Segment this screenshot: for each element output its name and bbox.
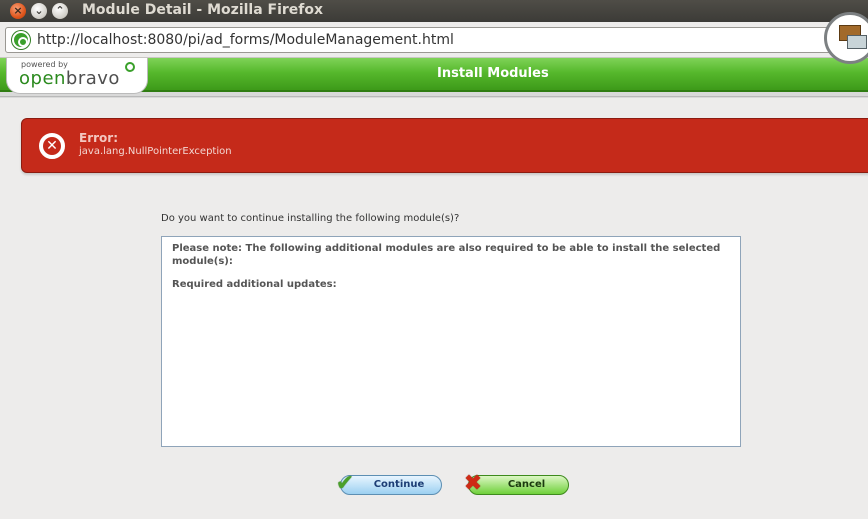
window-title: Module Detail - Mozilla Firefox — [82, 2, 324, 18]
continue-button[interactable]: ✔ Continue — [336, 472, 442, 496]
module-management-icon — [824, 12, 868, 64]
install-question: Do you want to continue installing the f… — [161, 213, 460, 224]
checkmark-icon: ✔ — [335, 471, 355, 496]
cancel-button[interactable]: ✖ Cancel — [464, 472, 569, 496]
window-minimize-button[interactable]: ⌄ — [31, 3, 47, 19]
site-identity-icon[interactable] — [12, 31, 30, 49]
logo-dot-icon — [125, 62, 135, 72]
openbravo-logo: powered by openbravo — [6, 58, 148, 94]
url-text: http://localhost:8080/pi/ad_forms/Module… — [37, 32, 454, 48]
cancel-button-label: Cancel — [507, 479, 546, 490]
app-header: Install Modules powered by openbravo — [0, 58, 868, 98]
cross-icon: ✖ — [463, 471, 483, 496]
navigation-bar: http://localhost:8080/pi/ad_forms/Module… — [0, 22, 868, 58]
error-text: java.lang.NullPointerException — [79, 146, 232, 157]
error-title: Error: — [79, 131, 118, 145]
window-titlebar: × ⌄ ⌃ Module Detail - Mozilla Firefox — [0, 0, 868, 22]
error-message-box: ✕ Error: java.lang.NullPointerException — [21, 118, 868, 173]
package-tray-icon — [847, 35, 867, 49]
module-list-box[interactable]: Please note: The following additional mo… — [161, 236, 741, 447]
page-title: Install Modules — [437, 66, 549, 81]
error-icon: ✕ — [39, 133, 65, 159]
window-maximize-button[interactable]: ⌃ — [52, 3, 68, 19]
header-divider — [0, 96, 868, 97]
continue-button-label: Continue — [373, 479, 425, 490]
required-updates-label: Required additional updates: — [172, 279, 337, 290]
additional-modules-note: Please note: The following additional mo… — [172, 243, 721, 267]
logo-brand: openbravo — [19, 68, 120, 89]
url-input[interactable]: http://localhost:8080/pi/ad_forms/Module… — [5, 27, 868, 53]
window-close-button[interactable]: × — [10, 3, 26, 19]
